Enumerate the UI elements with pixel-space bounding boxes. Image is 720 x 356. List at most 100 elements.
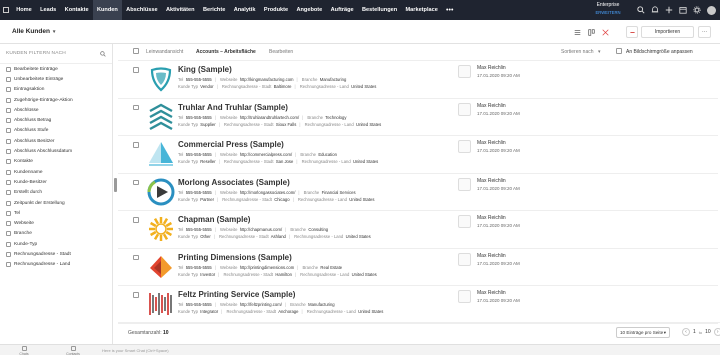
filter-checkbox[interactable] [6,107,11,113]
record-card[interactable]: Morlong Associates (Sample) Tel 555-555-… [118,174,718,211]
filter-item[interactable]: Bearbeitete Einträge [0,64,112,74]
nav-tab-2[interactable]: Kontakte [60,0,92,20]
tel-value[interactable]: 555-555-5555 [186,302,212,307]
upgrade-link[interactable]: ERWEITERN [583,10,633,15]
website-value[interactable]: http://commercialpress.com/ [240,152,292,157]
website-value[interactable]: http://feltzprinting.com/ [240,302,282,307]
nav-tab-11[interactable]: Bestellungen [358,0,402,20]
filter-checkbox[interactable] [6,231,11,237]
nav-tab-5[interactable]: Aktivitäten [162,0,199,20]
owner-name[interactable]: Max Reichlin [477,140,506,146]
website-value[interactable]: http://kingmanufacturing.com [240,77,294,82]
filter-item[interactable]: Abschluss Betrag [0,115,112,125]
owner-name[interactable]: Max Reichlin [477,65,506,71]
filter-checkbox[interactable] [6,221,11,227]
tel-value[interactable]: 555-555-5555 [186,265,212,270]
tel-value[interactable]: 555-555-5555 [186,115,212,120]
record-card[interactable]: King (Sample) Tel 555-555-5555 | Webseite… [118,61,718,99]
tel-value[interactable]: 555-555-5555 [186,77,212,82]
filter-checkbox[interactable] [6,251,11,257]
nav-tab-6[interactable]: Berichte [199,0,230,20]
account-name-link[interactable]: King (Sample) [178,65,232,74]
owner-name[interactable]: Max Reichlin [477,215,506,221]
filter-checkbox[interactable] [6,210,11,216]
nav-tab-4[interactable]: Abschlüsse [122,0,162,20]
filter-item[interactable]: Zeitpunkt der Erstellung [0,198,112,208]
record-card[interactable]: Chapman (Sample) Tel 555-555-5555 | Webse… [118,211,718,249]
nav-tab-8[interactable]: Produkte [260,0,293,20]
filter-checkbox[interactable] [6,169,11,175]
filter-checkbox[interactable] [6,149,11,155]
app-logo-icon[interactable] [0,0,12,20]
sort-by-dropdown[interactable]: Sortieren nach [561,49,594,55]
add-icon[interactable] [665,6,673,14]
filter-checkbox[interactable] [6,97,11,103]
record-checkbox[interactable] [133,179,139,185]
records-per-page-select[interactable]: 10 Einträge pro Seite ▾ [616,327,670,338]
filter-checkbox[interactable] [6,190,11,196]
list-view-icon[interactable] [571,26,583,38]
owner-name[interactable]: Max Reichlin [477,103,506,109]
nav-tab-3[interactable]: Kunden [92,0,122,20]
record-checkbox[interactable] [133,142,139,148]
owner-name[interactable]: Max Reichlin [477,178,506,184]
tel-value[interactable]: 555-555-5555 [186,227,212,232]
import-button[interactable]: Importieren [641,26,694,38]
filter-item[interactable]: Branche [0,229,112,239]
filter-item[interactable]: Unbearbeitete Einträge [0,74,112,84]
filter-checkbox[interactable] [6,241,11,247]
filter-item[interactable]: Webseite [0,218,112,228]
owner-name[interactable]: Max Reichlin [477,253,506,259]
view-selector[interactable]: Alle Kunden ▾ [12,28,55,35]
fit-screen-checkbox[interactable] [616,48,622,54]
filter-checkbox[interactable] [6,179,11,185]
canvas-layout-selector[interactable]: Accounts – Arbeitsfläche [196,49,256,55]
sidebar-resize-handle[interactable] [114,178,117,192]
filter-item[interactable]: Eintragsaktion [0,85,112,95]
contacts-button[interactable]: Contacts [63,346,83,356]
account-name-link[interactable]: Truhlar And Truhlar (Sample) [178,103,288,112]
chats-button[interactable]: Chats [14,346,34,356]
edition-badge[interactable]: Enterprise ERWEITERN [583,2,633,15]
owner-name[interactable]: Max Reichlin [477,290,506,296]
filter-item[interactable]: Kunde-Besitzer [0,177,112,187]
filter-item[interactable]: Kontakte [0,157,112,167]
canvas-view-icon[interactable] [599,26,611,38]
calendar-icon[interactable] [679,6,687,14]
notifications-bell-icon[interactable] [651,6,659,14]
user-avatar[interactable] [707,5,716,15]
website-value[interactable]: http://morlongassociates.com/ [240,190,296,195]
next-page-button[interactable]: › [713,328,720,336]
filter-item[interactable]: Abschluss Stufe [0,126,112,136]
nav-tab-9[interactable]: Angebote [292,0,326,20]
website-value[interactable]: http://truhlarandtruhlartech.com/ [240,115,299,120]
website-value[interactable]: http://chapmanus.com/ [240,227,282,232]
filter-checkbox[interactable] [6,262,11,268]
search-icon[interactable] [100,50,106,57]
record-checkbox[interactable] [133,217,139,223]
account-name-link[interactable]: Morlong Associates (Sample) [178,178,290,187]
filter-checkbox[interactable] [6,76,11,82]
filter-checkbox[interactable] [6,128,11,134]
record-checkbox[interactable] [133,104,139,110]
search-icon[interactable] [637,6,645,14]
filter-item[interactable]: Rechnungsadresse - Stadt [0,249,112,259]
nav-tab-1[interactable]: Leads [36,0,61,20]
settings-gear-icon[interactable] [693,6,701,14]
add-record-button[interactable] [626,26,638,38]
filter-item[interactable]: Erstellt durch [0,188,112,198]
tel-value[interactable]: 555-555-5555 [186,152,212,157]
record-card[interactable]: Feltz Printing Service (Sample) Tel 555-… [118,286,718,324]
more-actions-button[interactable]: ··· [698,26,711,38]
record-checkbox[interactable] [133,67,139,73]
nav-tab-12[interactable]: Marketplace [401,0,442,20]
filter-checkbox[interactable] [6,66,11,72]
record-checkbox[interactable] [133,292,139,298]
filter-item[interactable]: Kundenname [0,167,112,177]
account-name-link[interactable]: Commercial Press (Sample) [178,140,284,149]
filter-item[interactable]: Abschluss Abschlussdatum [0,146,112,156]
record-card[interactable]: Commercial Press (Sample) Tel 555-555-55… [118,136,718,174]
nav-tab-0[interactable]: Home [12,0,36,20]
smart-chat-input[interactable]: Here is your Smart Chat (Ctrl+Space) [102,348,169,353]
account-name-link[interactable]: Feltz Printing Service (Sample) [178,290,295,299]
